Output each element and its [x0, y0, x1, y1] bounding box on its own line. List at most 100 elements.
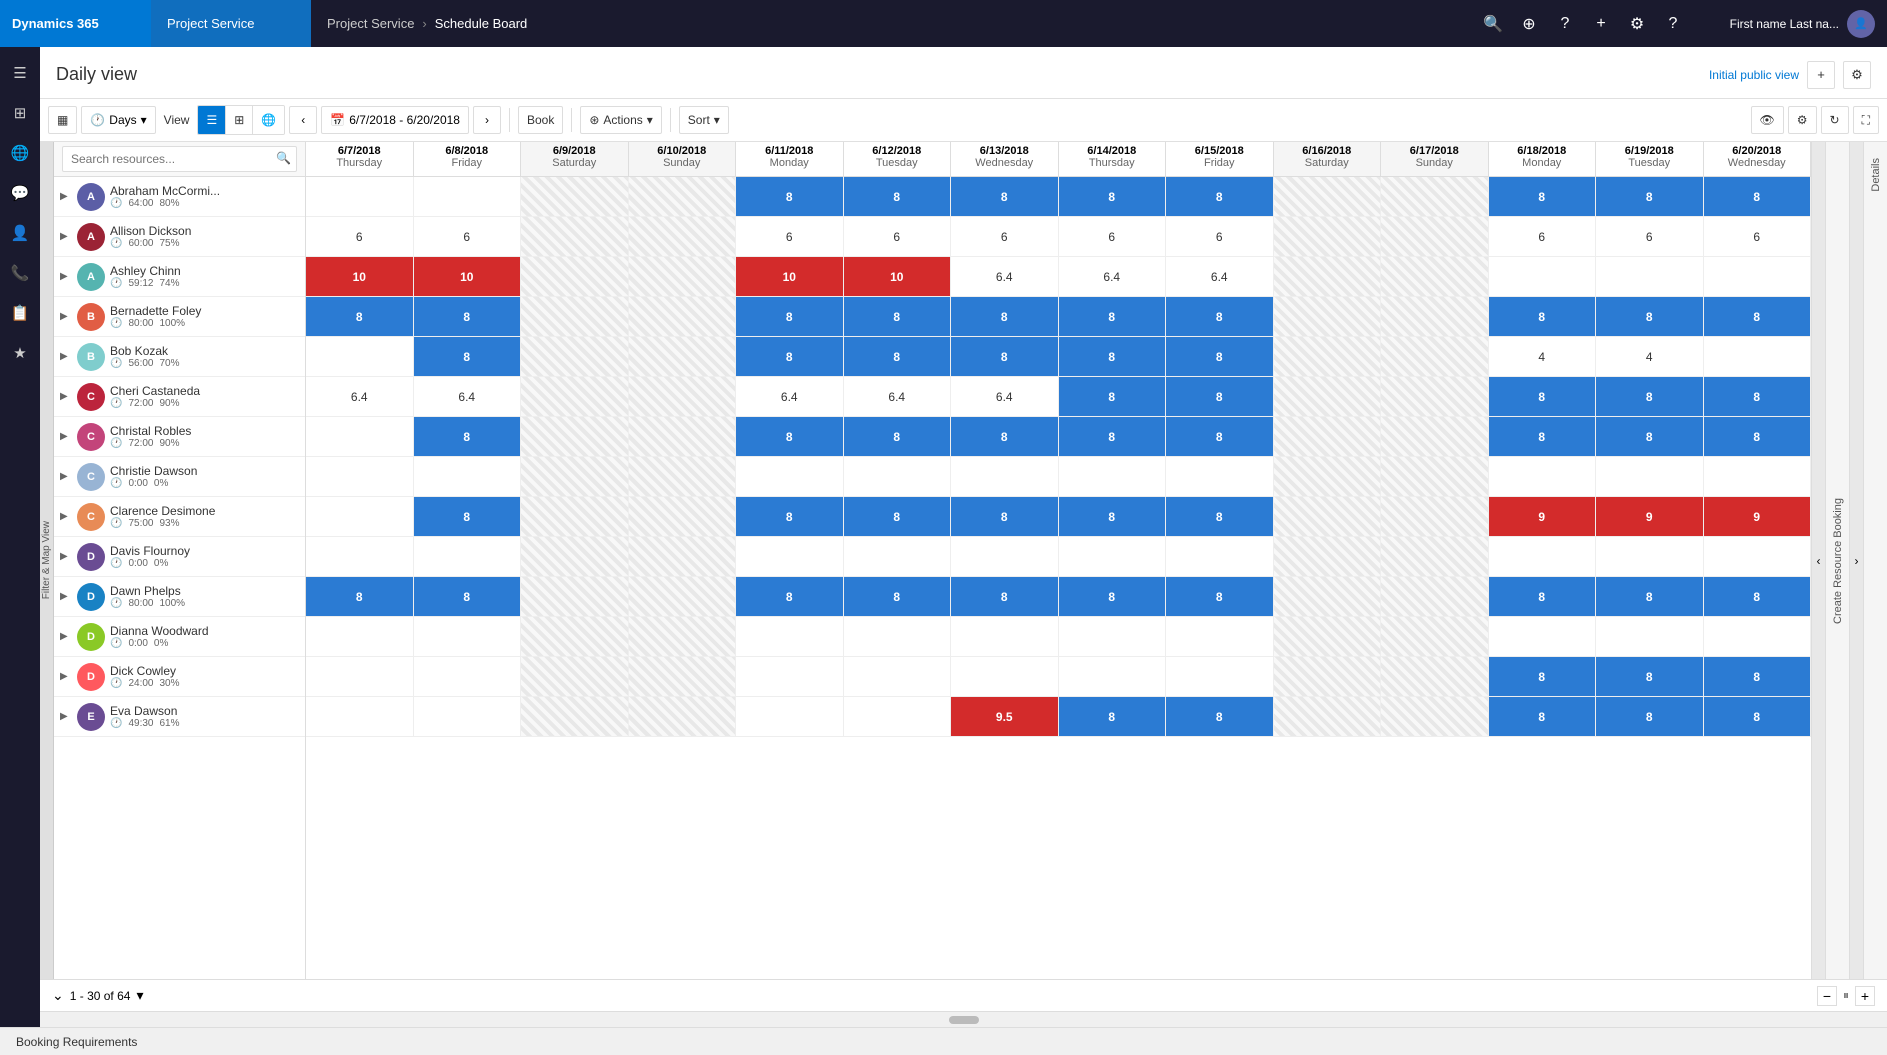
schedule-cell[interactable]: 8 [1704, 657, 1812, 696]
horizontal-scrollbar[interactable] [40, 1011, 1887, 1027]
schedule-cell[interactable] [951, 537, 1059, 576]
schedule-cell[interactable]: 8 [736, 577, 844, 616]
schedule-cell[interactable]: 8 [414, 577, 522, 616]
zoom-in-btn[interactable]: + [1855, 986, 1875, 1006]
collapse-left-btn[interactable]: ‹ [1811, 142, 1825, 979]
settings2-btn[interactable]: ⚙ [1788, 106, 1817, 134]
resource-expand-icon[interactable]: ▶ [60, 631, 72, 642]
schedule-cell[interactable] [521, 337, 629, 376]
schedule-cell[interactable]: 8 [951, 577, 1059, 616]
schedule-cell[interactable]: 8 [1704, 577, 1812, 616]
schedule-cell[interactable] [1274, 537, 1382, 576]
schedule-cell[interactable] [1489, 457, 1597, 496]
schedule-cell[interactable]: 6 [1489, 217, 1597, 256]
help-icon[interactable]: ? [1549, 8, 1581, 40]
schedule-cell[interactable] [306, 617, 414, 656]
schedule-cell[interactable] [1274, 297, 1382, 336]
schedule-cell[interactable] [629, 417, 737, 456]
schedule-cell[interactable] [951, 617, 1059, 656]
schedule-cell[interactable] [1381, 457, 1489, 496]
schedule-cell[interactable]: 9 [1704, 497, 1812, 536]
schedule-cell[interactable] [521, 297, 629, 336]
schedule-cell[interactable]: 8 [1059, 697, 1167, 736]
schedule-cell[interactable] [1704, 457, 1812, 496]
schedule-cell[interactable]: 8 [844, 337, 952, 376]
zoom-pause-btn[interactable]: ⏸ [1843, 988, 1849, 1003]
schedule-cell[interactable]: 8 [1059, 177, 1167, 216]
schedule-cell[interactable] [1381, 537, 1489, 576]
schedule-cell[interactable]: 8 [736, 497, 844, 536]
schedule-cell[interactable] [951, 657, 1059, 696]
schedule-cell[interactable]: 8 [736, 417, 844, 456]
resource-expand-icon[interactable]: ▶ [60, 191, 72, 202]
list-view-btn[interactable]: ☰ [198, 106, 226, 134]
schedule-cell[interactable] [521, 657, 629, 696]
schedule-cell[interactable]: 8 [1489, 417, 1597, 456]
resource-expand-icon[interactable]: ▶ [60, 671, 72, 682]
schedule-cell[interactable]: 8 [1059, 577, 1167, 616]
resource-expand-icon[interactable]: ▶ [60, 351, 72, 362]
schedule-cell[interactable]: 8 [844, 497, 952, 536]
schedule-cell[interactable]: 4 [1489, 337, 1597, 376]
schedule-cell[interactable]: 6 [1596, 217, 1704, 256]
schedule-cell[interactable] [1381, 577, 1489, 616]
schedule-cell[interactable] [1166, 537, 1274, 576]
schedule-cell[interactable]: 8 [1489, 577, 1597, 616]
schedule-cell[interactable] [521, 497, 629, 536]
resource-expand-icon[interactable]: ▶ [60, 431, 72, 442]
details-panel[interactable]: Details [1863, 142, 1887, 979]
user-area[interactable]: First name Last na... 👤 [1697, 10, 1887, 38]
schedule-cell[interactable] [1381, 257, 1489, 296]
settings-icon[interactable]: ⚙ [1621, 8, 1653, 40]
schedule-cell[interactable]: 6.4 [951, 377, 1059, 416]
schedule-cell[interactable]: 10 [414, 257, 522, 296]
schedule-cell[interactable] [736, 457, 844, 496]
schedule-cell[interactable]: 8 [414, 297, 522, 336]
schedule-cell[interactable] [629, 337, 737, 376]
view-settings-btn[interactable]: ⚙ [1843, 61, 1871, 89]
schedule-cell[interactable] [1274, 177, 1382, 216]
schedule-cell[interactable] [1704, 257, 1812, 296]
zoom-out-btn[interactable]: − [1817, 986, 1837, 1006]
schedule-cell[interactable]: 8 [306, 577, 414, 616]
schedule-cell[interactable] [1059, 617, 1167, 656]
schedule-cell[interactable] [521, 377, 629, 416]
resource-expand-icon[interactable]: ▶ [60, 511, 72, 522]
schedule-cell[interactable]: 6 [1704, 217, 1812, 256]
schedule-cell[interactable] [736, 617, 844, 656]
schedule-cell[interactable]: 9 [1596, 497, 1704, 536]
schedule-cell[interactable]: 8 [736, 337, 844, 376]
schedule-cell[interactable]: 8 [844, 297, 952, 336]
schedule-cell[interactable]: 6 [414, 217, 522, 256]
schedule-cell[interactable]: 8 [736, 177, 844, 216]
schedule-cell[interactable] [736, 657, 844, 696]
schedule-cell[interactable]: 8 [414, 497, 522, 536]
schedule-cell[interactable]: 8 [1059, 337, 1167, 376]
schedule-cell[interactable] [629, 257, 737, 296]
schedule-cell[interactable] [521, 257, 629, 296]
schedule-cell[interactable] [629, 457, 737, 496]
schedule-cell[interactable] [629, 377, 737, 416]
schedule-cell[interactable]: 8 [1704, 417, 1812, 456]
schedule-cell[interactable] [1489, 617, 1597, 656]
schedule-cell[interactable] [629, 617, 737, 656]
brand-area[interactable]: Dynamics 365 [0, 0, 151, 47]
schedule-cell[interactable] [521, 697, 629, 736]
schedule-cell[interactable]: 8 [736, 297, 844, 336]
schedule-cell[interactable] [1059, 457, 1167, 496]
add-view-btn[interactable]: + [1807, 61, 1835, 89]
schedule-cell[interactable] [1274, 257, 1382, 296]
schedule-cell[interactable]: 8 [1489, 297, 1597, 336]
schedule-cell[interactable]: 8 [1166, 577, 1274, 616]
schedule-cell[interactable] [521, 417, 629, 456]
days-dropdown[interactable]: 🕐 Days ▾ [81, 106, 155, 134]
schedule-cell[interactable] [1274, 697, 1382, 736]
schedule-cell[interactable] [306, 537, 414, 576]
schedule-cell[interactable] [1166, 617, 1274, 656]
schedule-cell[interactable]: 8 [414, 417, 522, 456]
schedule-cell[interactable]: 8 [1059, 377, 1167, 416]
schedule-cell[interactable] [1704, 537, 1812, 576]
schedule-cell[interactable]: 9.5 [951, 697, 1059, 736]
resource-expand-icon[interactable]: ▶ [60, 551, 72, 562]
schedule-cell[interactable]: 8 [1166, 417, 1274, 456]
